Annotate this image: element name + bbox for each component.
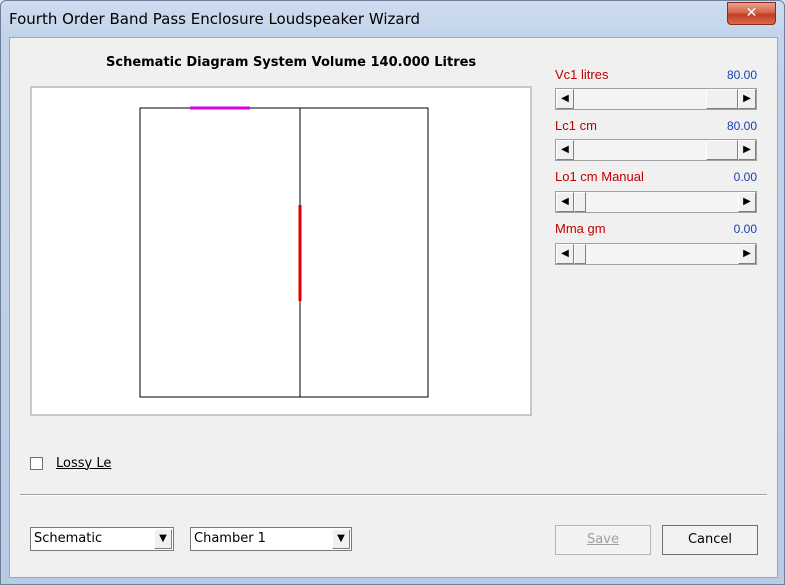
mma-slider[interactable]: ◀ ▶ xyxy=(555,243,757,265)
lo1-thumb[interactable] xyxy=(574,192,586,212)
title-bar[interactable]: Fourth Order Band Pass Enclosure Loudspe… xyxy=(1,1,784,37)
save-button[interactable]: Save xyxy=(555,525,651,555)
enclosure-outline xyxy=(139,107,429,398)
lc1-label: Lc1 cm xyxy=(555,118,597,133)
mma-label: Mma gm xyxy=(555,221,606,236)
mma-thumb[interactable] xyxy=(574,244,586,264)
chamber-select[interactable]: Chamber 1 ▼ xyxy=(190,527,352,551)
scroll-right-icon[interactable]: ▶ xyxy=(738,140,756,160)
lossy-le-checkbox[interactable] xyxy=(30,457,43,470)
cancel-button[interactable]: Cancel xyxy=(662,525,758,555)
chamber-select-value: Chamber 1 xyxy=(194,531,266,546)
lc1-thumb[interactable] xyxy=(706,140,738,160)
vc1-label: Vc1 litres xyxy=(555,67,609,82)
window-title: Fourth Order Band Pass Enclosure Loudspe… xyxy=(9,10,420,28)
dialog-client-area: Schematic Diagram System Volume 140.000 … xyxy=(9,37,778,578)
view-select[interactable]: Schematic ▼ xyxy=(30,527,174,551)
scroll-left-icon[interactable]: ◀ xyxy=(556,244,574,264)
chevron-down-icon[interactable]: ▼ xyxy=(332,529,350,549)
diagram-heading: Schematic Diagram System Volume 140.000 … xyxy=(106,55,477,70)
view-select-value: Schematic xyxy=(34,531,103,546)
lossy-le-label[interactable]: Lossy Le xyxy=(56,456,111,471)
lc1-value: 80.00 xyxy=(726,119,757,133)
lo1-label: Lo1 cm Manual xyxy=(555,169,644,184)
vc1-slider[interactable]: ◀ ▶ xyxy=(555,88,757,110)
close-icon[interactable]: ✕ xyxy=(727,2,776,25)
schematic-canvas xyxy=(30,86,532,416)
scroll-left-icon[interactable]: ◀ xyxy=(556,140,574,160)
chevron-down-icon[interactable]: ▼ xyxy=(154,529,172,549)
scroll-right-icon[interactable]: ▶ xyxy=(738,244,756,264)
dialog-window: Fourth Order Band Pass Enclosure Loudspe… xyxy=(0,0,785,585)
scroll-left-icon[interactable]: ◀ xyxy=(556,89,574,109)
vc1-value: 80.00 xyxy=(726,68,757,82)
divider xyxy=(20,494,767,496)
scroll-right-icon[interactable]: ▶ xyxy=(738,89,756,109)
lo1-slider[interactable]: ◀ ▶ xyxy=(555,191,757,213)
scroll-right-icon[interactable]: ▶ xyxy=(738,192,756,212)
lc1-slider[interactable]: ◀ ▶ xyxy=(555,139,757,161)
vc1-thumb[interactable] xyxy=(706,89,738,109)
schematic-diagram xyxy=(139,106,429,398)
scroll-left-icon[interactable]: ◀ xyxy=(556,192,574,212)
mma-value: 0.00 xyxy=(733,222,757,236)
lo1-value: 0.00 xyxy=(733,170,757,184)
